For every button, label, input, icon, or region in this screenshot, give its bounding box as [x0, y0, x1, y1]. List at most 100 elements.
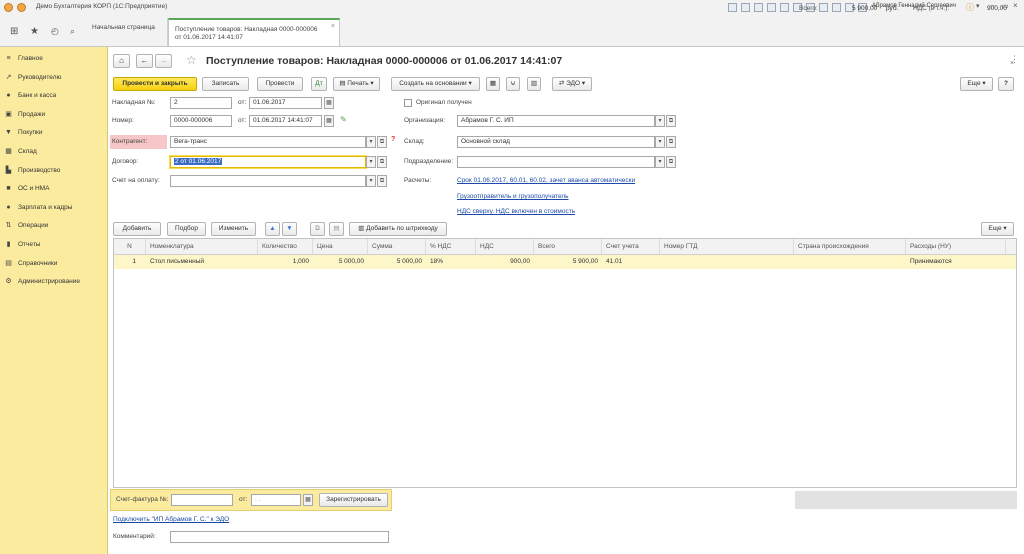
chevron-down-icon[interactable]: ▾ — [976, 2, 980, 10]
tool-icon[interactable] — [767, 3, 776, 12]
original-received-checkbox[interactable] — [404, 99, 412, 107]
help-button[interactable]: ? — [998, 77, 1014, 91]
star-icon[interactable]: ★ — [30, 26, 39, 37]
open-link-icon[interactable]: ⧉ — [377, 136, 387, 148]
sidebar-item-catalogs[interactable]: ▤ Справочники — [4, 255, 104, 272]
sidebar-item-warehouse[interactable]: ▦ Склад — [4, 143, 104, 160]
col-header-item[interactable]: Номенклатура — [146, 239, 258, 254]
post-button[interactable]: Провести — [257, 77, 303, 91]
dt-kt-icon[interactable]: Дт — [311, 77, 327, 91]
add-row-button[interactable]: Добавить — [113, 222, 161, 236]
edo-button[interactable]: ⇄ ЭДО ▾ — [552, 77, 592, 91]
open-link-icon[interactable]: ⧉ — [377, 156, 387, 168]
shipper-link[interactable]: Грузоотправитель и грузополучатель — [457, 193, 569, 200]
contract-input[interactable]: 2 от 01.06.2017 — [170, 156, 366, 168]
contractor-input[interactable]: Вега-транс — [170, 136, 366, 148]
cell-gtd[interactable] — [660, 255, 794, 269]
chevron-down-icon[interactable]: ▾ — [366, 175, 376, 187]
register-button[interactable]: Зарегистрировать — [319, 493, 388, 507]
move-down-icon[interactable]: ▼ — [282, 222, 297, 236]
cell-vat-rate[interactable]: 18% — [426, 255, 476, 269]
open-link-icon[interactable]: ⧉ — [666, 136, 676, 148]
table-more-button[interactable]: Еще ▾ — [981, 222, 1014, 236]
save-button[interactable]: Записать — [202, 77, 249, 91]
print-button[interactable]: ▤ Печать ▾ — [333, 77, 380, 91]
sidebar-item-purchases[interactable]: ▼ Покупки — [4, 124, 104, 141]
open-link-icon[interactable]: ⧉ — [666, 115, 676, 127]
tool-icon[interactable] — [819, 3, 828, 12]
more-button[interactable]: Еще ▾ — [960, 77, 993, 91]
tab-document[interactable]: Поступление товаров: Накладная 0000-0000… — [168, 18, 340, 46]
tool-icon[interactable] — [741, 3, 750, 12]
close-form-icon[interactable]: × — [1010, 60, 1014, 67]
calendar-icon[interactable]: ▦ — [324, 97, 334, 109]
attach-icon[interactable]: ⊍ — [506, 77, 520, 91]
col-header-account[interactable]: Счет учета — [602, 239, 660, 254]
tool-icon[interactable] — [728, 3, 737, 12]
col-header-quantity[interactable]: Количество — [258, 239, 313, 254]
chevron-down-icon[interactable]: ▾ — [366, 136, 376, 148]
tab-close-icon[interactable]: × — [331, 23, 335, 31]
edit-number-icon[interactable]: ✎ — [340, 115, 347, 124]
calendar-icon[interactable]: ▦ — [324, 115, 334, 127]
report-icon[interactable]: ▦ — [486, 77, 500, 91]
number-input[interactable]: 0000-000006 — [170, 115, 232, 127]
footer-invoice-input[interactable] — [171, 494, 233, 506]
chevron-down-icon[interactable]: ▾ — [655, 136, 665, 148]
pay-account-input[interactable] — [170, 175, 366, 187]
cell-country[interactable] — [794, 255, 906, 269]
organization-input[interactable]: Абрамов Г. С. ИП — [457, 115, 655, 127]
division-input[interactable] — [457, 156, 655, 168]
settlements-link[interactable]: Срок 01.06.2017, 60.01, 60.02, зачет ава… — [457, 177, 635, 184]
post-and-close-button[interactable]: Провести и закрыть — [113, 77, 197, 91]
question-icon[interactable]: ? — [391, 136, 395, 143]
open-link-icon[interactable]: ⧉ — [666, 156, 676, 168]
connect-edo-link[interactable]: Подключить "ИП Абрамов Г. С." к ЭДО — [113, 516, 229, 523]
change-button[interactable]: Изменить — [211, 222, 256, 236]
chevron-down-icon[interactable]: ▾ — [655, 115, 665, 127]
col-header-sum[interactable]: Сумма — [368, 239, 426, 254]
info-icon[interactable]: ⓘ — [966, 2, 974, 13]
tool-icon[interactable] — [832, 3, 841, 12]
document-icon[interactable]: ▥ — [527, 77, 541, 91]
sidebar-item-reports[interactable]: ▮ Отчеты — [4, 236, 104, 253]
sidebar-item-salary[interactable]: ● Зарплата и кадры — [4, 199, 104, 216]
sidebar-item-bank[interactable]: ● Банк и касса — [4, 87, 104, 104]
tool-icon[interactable] — [780, 3, 789, 12]
col-header-gtd[interactable]: Номер ГТД — [660, 239, 794, 254]
cell-price[interactable]: 5 000,00 — [313, 255, 368, 269]
warehouse-input[interactable]: Основной склад — [457, 136, 655, 148]
sidebar-item-main[interactable]: ≡ Главное — [4, 50, 104, 67]
cell-vat[interactable]: 900,00 — [476, 255, 534, 269]
col-header-total[interactable]: Всего — [534, 239, 602, 254]
chevron-down-icon[interactable]: ▾ — [366, 156, 376, 168]
create-based-on-button[interactable]: Создать на основании ▾ — [391, 77, 480, 91]
move-up-icon[interactable]: ▲ — [265, 222, 280, 236]
cell-account[interactable]: 41.01 — [602, 255, 660, 269]
calendar-icon[interactable]: ▦ — [303, 494, 313, 506]
table-row[interactable]: 1 Стол письменный 1,000 5 000,00 5 000,0… — [114, 255, 1016, 269]
invoice-no-input[interactable]: 2 — [170, 97, 232, 109]
close-icon[interactable]: × — [1013, 1, 1018, 10]
cell-sum[interactable]: 5 000,00 — [368, 255, 426, 269]
sidebar-item-director[interactable]: ↗ Руководителю — [4, 69, 104, 86]
tool-icon[interactable] — [754, 3, 763, 12]
search-icon[interactable]: ⌕ — [70, 26, 75, 37]
sidebar-item-admin[interactable]: ⚙ Администрирование — [4, 273, 104, 290]
cell-total[interactable]: 5 900,00 — [534, 255, 602, 269]
home-button[interactable]: ⌂ — [113, 54, 130, 68]
sidebar-item-production[interactable]: ▙ Производство — [4, 162, 104, 179]
favorite-star-icon[interactable]: ☆ — [186, 53, 197, 67]
invoice-date-input[interactable]: 01.06.2017 — [249, 97, 322, 109]
cell-quantity[interactable]: 1,000 — [258, 255, 313, 269]
back-button[interactable]: ← — [136, 54, 153, 68]
col-header-expenses[interactable]: Расходы (НУ) — [906, 239, 1006, 254]
col-header-n[interactable]: N — [114, 239, 146, 254]
sidebar-item-assets[interactable]: ■ ОС и НМА — [4, 180, 104, 197]
barcode-button[interactable]: ▥ Добавить по штрихкоду — [349, 222, 447, 236]
tab-home[interactable]: Начальная страница — [86, 18, 168, 46]
cell-expenses[interactable]: Принимаются — [906, 255, 1006, 269]
history-icon[interactable]: ◴ — [51, 26, 59, 37]
col-header-country[interactable]: Страна происхождения — [794, 239, 906, 254]
comment-input[interactable] — [170, 531, 389, 543]
